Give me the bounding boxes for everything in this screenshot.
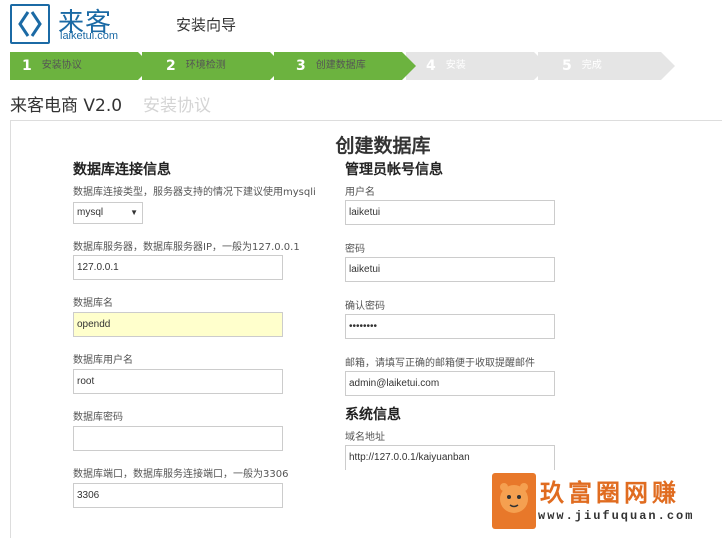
admin-section-title: 管理员帐号信息 bbox=[345, 162, 443, 178]
admin-email-input[interactable]: admin@laiketui.com bbox=[345, 371, 555, 396]
db-section-title: 数据库连接信息 bbox=[73, 162, 171, 178]
db-type-value: mysql bbox=[77, 207, 104, 218]
admin-user-label: 用户名 bbox=[345, 187, 375, 198]
admin-pass-label: 密码 bbox=[345, 244, 365, 255]
logo-domain: laiketui.com bbox=[60, 30, 119, 42]
step-2: 2 环境检测 bbox=[142, 52, 284, 80]
step-1: 1 安装协议 bbox=[10, 52, 152, 80]
app-name: 来客电商 V2.0 bbox=[10, 96, 123, 116]
watermark-url: www.jiufuquan.com bbox=[538, 509, 695, 523]
db-port-input[interactable]: 3306 bbox=[73, 483, 283, 508]
step-label: 完成 bbox=[581, 60, 602, 71]
panel-title: 创建数据库 bbox=[335, 135, 431, 157]
step-number: 4 bbox=[426, 58, 436, 74]
db-pass-input[interactable] bbox=[73, 426, 283, 451]
step-3: 3 创建数据库 bbox=[274, 52, 416, 80]
step-number: 2 bbox=[166, 58, 176, 74]
step-label: 环境检测 bbox=[185, 60, 226, 71]
admin-confirm-input[interactable]: •••••••• bbox=[345, 314, 555, 339]
app-subtitle: 安装协议 bbox=[143, 96, 211, 116]
step-label: 创建数据库 bbox=[315, 60, 366, 71]
domain-input[interactable]: http://127.0.0.1/kaiyuanban bbox=[345, 445, 555, 470]
db-user-input[interactable]: root bbox=[73, 369, 283, 394]
db-pass-label: 数据库密码 bbox=[73, 412, 123, 423]
watermark: 玖富圈网赚 www.jiufuquan.com bbox=[492, 473, 714, 529]
admin-email-label: 邮箱，请填写正确的邮箱便于收取提醒邮件 bbox=[345, 358, 535, 369]
admin-confirm-label: 确认密码 bbox=[345, 301, 385, 312]
step-label: 安装 bbox=[445, 60, 466, 71]
db-host-input[interactable]: 127.0.0.1 bbox=[73, 255, 283, 280]
db-user-label: 数据库用户名 bbox=[73, 355, 133, 366]
admin-user-input[interactable]: laiketui bbox=[345, 200, 555, 225]
step-4: 4 安装 bbox=[406, 52, 548, 80]
step-label: 安装协议 bbox=[41, 60, 82, 71]
step-number: 1 bbox=[22, 58, 32, 74]
admin-pass-input[interactable]: laiketui bbox=[345, 257, 555, 282]
tiger-icon bbox=[492, 473, 536, 529]
domain-label: 域名地址 bbox=[345, 432, 385, 443]
db-name-input[interactable]: opendd bbox=[73, 312, 283, 337]
db-type-select[interactable]: mysql ▼ bbox=[73, 202, 143, 224]
step-number: 3 bbox=[296, 58, 306, 74]
wizard-title: 安装向导 bbox=[176, 16, 237, 34]
db-host-label: 数据库服务器，数据库服务器IP，一般为127.0.0.1 bbox=[73, 242, 300, 253]
logo-icon bbox=[10, 4, 50, 44]
system-section-title: 系统信息 bbox=[345, 407, 401, 423]
progress-steps: 1 安装协议 2 环境检测 3 创建数据库 4 安装 5 完成 bbox=[10, 52, 675, 80]
watermark-text: 玖富圈网赚 bbox=[540, 478, 680, 507]
step-5: 5 完成 bbox=[538, 52, 675, 80]
step-number: 5 bbox=[562, 58, 572, 74]
dropdown-arrow-icon: ▼ bbox=[130, 208, 138, 217]
header: 来客 laiketui.com 安装向导 bbox=[0, 0, 722, 48]
db-type-label: 数据库连接类型，服务器支持的情况下建议使用mysqli bbox=[73, 187, 316, 198]
db-port-label: 数据库端口，数据库服务连接端口，一般为3306 bbox=[73, 469, 289, 480]
db-name-label: 数据库名 bbox=[73, 298, 113, 309]
